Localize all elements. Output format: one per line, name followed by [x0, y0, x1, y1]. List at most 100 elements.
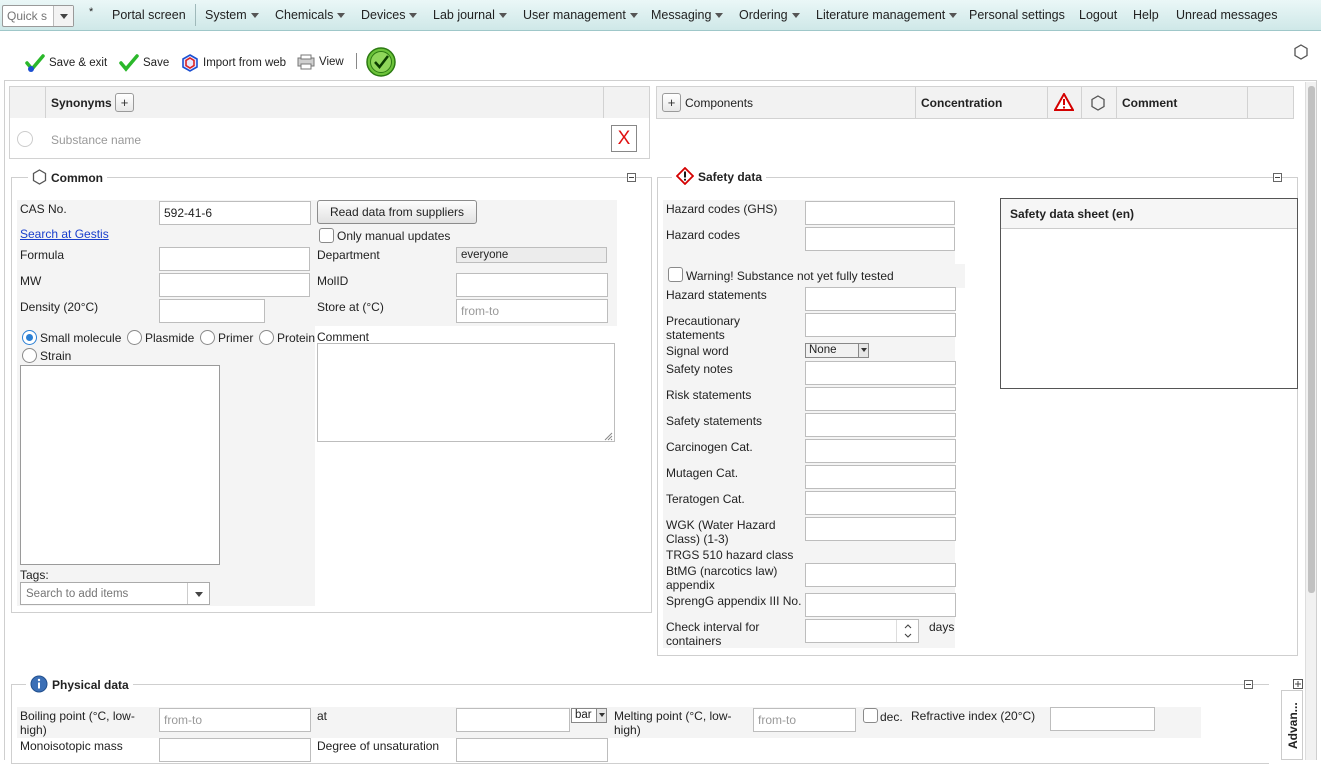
collapse-safety-button[interactable] — [1273, 173, 1282, 182]
days-label: days — [929, 620, 955, 634]
benzene-ring-icon — [1294, 44, 1308, 60]
type-primer-label: Primer — [218, 331, 254, 345]
unsaturation-input[interactable] — [456, 738, 608, 762]
menu-personal-settings[interactable]: Personal settings — [969, 8, 1065, 22]
btmg-input[interactable] — [805, 563, 956, 587]
synonym-primary-radio[interactable] — [17, 131, 33, 147]
density-input[interactable] — [159, 299, 265, 323]
favorite-star-menu[interactable]: * — [89, 6, 93, 18]
carcinogen-input[interactable] — [805, 439, 956, 463]
menu-chemicals[interactable]: Chemicals — [275, 8, 346, 22]
add-component-button[interactable]: + — [662, 93, 681, 112]
teratogen-input[interactable] — [805, 491, 956, 515]
menu-separator — [195, 4, 196, 26]
btmg-label-line2: appendix — [666, 578, 715, 592]
mw-input[interactable] — [159, 273, 310, 297]
wgk-input[interactable] — [805, 517, 956, 541]
department-label: Department — [317, 248, 380, 262]
save-button[interactable]: Save — [119, 54, 169, 72]
signal-word-select[interactable]: None — [805, 343, 869, 358]
substance-name-input[interactable] — [47, 128, 347, 152]
structure-toggle-button[interactable] — [1293, 44, 1309, 60]
melting-point-label: Melting point (°C, low-high) — [614, 709, 732, 737]
structure-editor[interactable] — [20, 365, 220, 565]
type-primer-radio[interactable] — [200, 330, 215, 345]
pressure-unit-select[interactable]: bar — [571, 708, 607, 723]
stepper-buttons[interactable] — [896, 620, 918, 642]
formula-input[interactable] — [159, 247, 310, 271]
mutagen-input[interactable] — [805, 465, 956, 489]
add-synonym-button[interactable]: + — [115, 93, 134, 112]
type-small-molecule-label: Small molecule — [40, 331, 122, 345]
type-plasmide-radio[interactable] — [127, 330, 142, 345]
advanced-side-tab[interactable]: Advan... — [1281, 690, 1303, 760]
view-button[interactable]: View — [297, 54, 344, 70]
check-interval-label-line1: Check interval for — [666, 620, 760, 634]
page-scrollbar[interactable] — [1305, 82, 1316, 760]
menu-ordering[interactable]: Ordering — [739, 8, 800, 22]
sprengg-input[interactable] — [805, 593, 956, 617]
quick-search-dropdown-button[interactable] — [53, 6, 73, 26]
ghs-codes-input[interactable] — [805, 201, 955, 225]
search-gestis-link[interactable]: Search at Gestis — [20, 227, 109, 241]
collapse-common-button[interactable] — [627, 173, 636, 182]
menu-user-management[interactable]: User management — [523, 8, 638, 22]
only-manual-updates-checkbox[interactable] — [319, 228, 334, 243]
monoisotopic-mass-label: Monoisotopic mass — [20, 739, 123, 753]
remove-synonym-button[interactable]: X — [611, 125, 637, 152]
precautionary-input[interactable] — [805, 313, 956, 337]
boiling-point-input[interactable] — [159, 708, 311, 732]
menu-logout[interactable]: Logout — [1079, 8, 1117, 22]
menu-lab-journal[interactable]: Lab journal — [433, 8, 507, 22]
save-exit-button[interactable]: Save & exit — [25, 54, 107, 72]
refractive-index-input[interactable] — [1050, 707, 1155, 731]
resize-grip-icon[interactable] — [603, 431, 613, 441]
risk-statements-input[interactable] — [805, 387, 956, 411]
quick-search[interactable] — [2, 5, 74, 27]
monoisotopic-mass-input[interactable] — [159, 738, 311, 762]
validate-button[interactable] — [366, 47, 396, 77]
expand-advanced-button[interactable] — [1293, 679, 1303, 689]
quick-search-input[interactable] — [3, 6, 53, 26]
safety-notes-input[interactable] — [805, 361, 956, 385]
import-from-web-button[interactable]: Import from web — [181, 54, 286, 72]
read-suppliers-button[interactable]: Read data from suppliers — [317, 200, 477, 224]
decomposition-checkbox[interactable] — [863, 708, 878, 723]
menu-literature-management[interactable]: Literature management — [816, 8, 958, 22]
type-small-molecule-radio[interactable] — [22, 330, 37, 345]
comment-header-label: Comment — [1122, 96, 1178, 110]
ghs-codes-label: Hazard codes (GHS) — [666, 202, 778, 216]
melting-point-input[interactable] — [753, 708, 856, 732]
hazard-codes-input[interactable] — [805, 227, 955, 251]
cas-input[interactable] — [159, 201, 311, 225]
chevron-down-icon — [858, 344, 868, 357]
tags-search-input[interactable] — [21, 583, 187, 604]
cas-label: CAS No. — [20, 202, 67, 216]
menu-portal-screen[interactable]: Portal screen — [112, 8, 186, 22]
boiling-point-label-line2: high) — [20, 723, 47, 737]
hazard-statements-input[interactable] — [805, 287, 956, 311]
unsaturation-label: Degree of unsaturation — [317, 739, 440, 753]
plus-icon — [1295, 681, 1301, 687]
boiling-pressure-input[interactable] — [456, 708, 570, 732]
safety-statements-input[interactable] — [805, 413, 956, 437]
type-strain-radio[interactable] — [22, 348, 37, 363]
not-fully-tested-checkbox[interactable] — [668, 267, 683, 282]
wgk-label-line2: Class) (1-3) — [666, 532, 729, 546]
scrollbar-thumb[interactable] — [1308, 86, 1315, 593]
tags-dropdown-button[interactable] — [187, 583, 209, 604]
menu-devices[interactable]: Devices — [361, 8, 418, 22]
store-at-input[interactable] — [456, 299, 608, 323]
collapse-physical-button[interactable] — [1244, 680, 1253, 689]
menu-messaging[interactable]: Messaging — [651, 8, 724, 22]
department-select[interactable]: everyone — [456, 247, 607, 263]
molid-input[interactable] — [456, 273, 608, 297]
menu-system[interactable]: System — [205, 8, 259, 22]
menu-help[interactable]: Help — [1133, 8, 1159, 22]
tags-combobox[interactable] — [20, 582, 210, 605]
stepper-arrows-icon[interactable] — [897, 620, 919, 642]
check-interval-stepper[interactable] — [805, 619, 919, 643]
type-protein-radio[interactable] — [259, 330, 274, 345]
menu-unread-messages[interactable]: Unread messages — [1176, 8, 1277, 22]
comment-textarea[interactable] — [317, 343, 615, 442]
